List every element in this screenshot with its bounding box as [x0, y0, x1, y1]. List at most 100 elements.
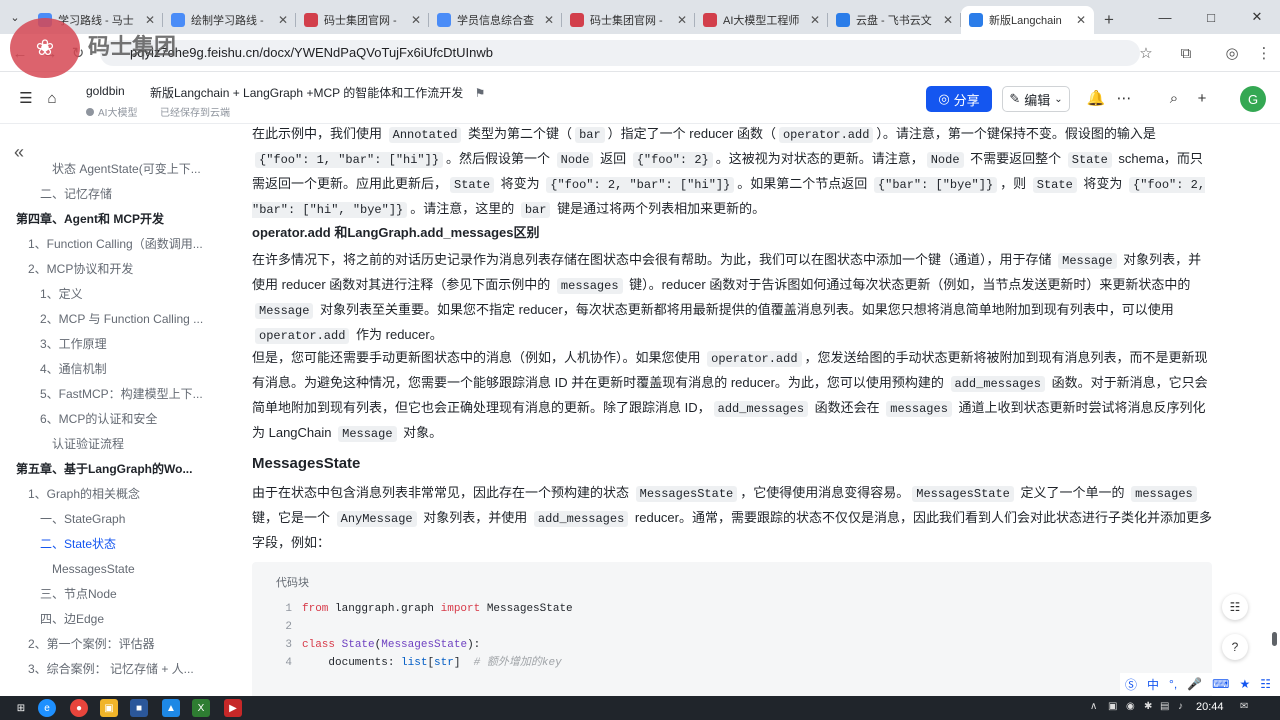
tab-close-icon[interactable]: ✕ [943, 13, 953, 27]
grid-icon[interactable]: ☷ [1260, 677, 1271, 691]
doc-title-text[interactable]: 新版Langchain + LangGraph +MCP 的智能体和工作流开发 [150, 86, 463, 100]
bell-icon[interactable]: 🔔 [1084, 86, 1108, 110]
watermark-circle-icon: ❀ [10, 18, 80, 78]
toc-item[interactable]: 2、MCP协议和开发 [28, 258, 220, 280]
share-button[interactable]: ◎ 分享 [926, 86, 992, 112]
tray-app-icon[interactable]: ▣ [1108, 701, 1117, 712]
add-icon[interactable]: + [1190, 86, 1214, 110]
home-icon[interactable]: ⌂ [40, 86, 64, 110]
taskbar-clock[interactable]: 20:44 [1196, 701, 1224, 713]
toc-item[interactable]: 三、节点Node [40, 583, 220, 605]
browser-tab[interactable]: 新版Langchain ✕ [961, 6, 1094, 34]
browser-tab[interactable]: 绘制学习路线 - ✕ [163, 6, 296, 34]
network-icon[interactable]: ▤ [1160, 701, 1169, 712]
new-tab-button[interactable]: + [1094, 6, 1124, 34]
tab-close-icon[interactable]: ✕ [278, 13, 288, 27]
scrollbar-thumb[interactable] [1272, 632, 1277, 646]
browser-menu-icon[interactable]: ⋮ [1252, 41, 1276, 65]
punctuation-icon[interactable]: °, [1169, 677, 1177, 691]
toc-item[interactable]: 1、Graph的相关概念 [28, 483, 220, 505]
text-run: 在此示例中，我们使用 [252, 126, 386, 141]
tab-close-icon[interactable]: ✕ [677, 13, 687, 27]
url-field[interactable]: pqyiz7ohe9g.feishu.cn/docx/YWENdPaQVoTuj… [100, 40, 1140, 66]
media-icon[interactable]: ▶ [224, 699, 242, 717]
toc-item[interactable]: 1、定义 [40, 283, 220, 305]
toc-item[interactable]: 3、综合案例： 记忆存储 + 人... [28, 658, 220, 680]
bluetooth-icon[interactable]: ✱ [1144, 701, 1152, 712]
breadcrumb-space[interactable]: goldbin [86, 84, 125, 98]
profile-icon[interactable]: ◎ [1220, 41, 1244, 65]
search-icon[interactable]: ⌕ [1162, 86, 1186, 110]
doc-title[interactable]: 新版Langchain + LangGraph +MCP 的智能体和工作流开发 … [150, 84, 485, 101]
tray-app-icon[interactable]: ◉ [1126, 701, 1135, 712]
toc-sidebar: « 状态 AgentState(可变上下... 二、记忆存储第四章、Agent和 … [0, 124, 226, 696]
tab-close-icon[interactable]: ✕ [1076, 13, 1086, 27]
watermark-text: 码士集团 [88, 34, 177, 59]
tray-chevron-icon[interactable]: ∧ [1090, 701, 1097, 712]
keyboard-icon[interactable]: ⌨ [1212, 677, 1229, 691]
toc-item[interactable]: MessagesState [52, 558, 220, 580]
excel-icon[interactable]: X [192, 699, 210, 717]
toc-item[interactable]: 第四章、Agent和 MCP开发 [16, 208, 220, 230]
file-explorer-icon[interactable]: ▣ [100, 699, 118, 717]
tab-close-icon[interactable]: ✕ [411, 13, 421, 27]
toc-item[interactable]: 认证验证流程 [52, 433, 220, 455]
maximize-button[interactable]: □ [1188, 0, 1234, 34]
code-block[interactable]: 代码块 1 from langgraph.graph import Message… [252, 562, 1212, 696]
toc-item[interactable]: 6、MCP的认证和安全 [40, 408, 220, 430]
extensions-icon[interactable]: ⧉ [1174, 41, 1198, 65]
toc-item[interactable]: 二、记忆存储 [40, 183, 220, 205]
edit-mode-button[interactable]: ✎ 编辑 ⌄ [1002, 86, 1070, 112]
microphone-icon[interactable]: 🎤 [1187, 677, 1202, 691]
ime-mode-label[interactable]: 中 [1147, 676, 1159, 693]
code-token: # 额外增加的key [473, 657, 562, 669]
code-token: list [401, 657, 428, 669]
start-menu-icon[interactable]: ⊞ [12, 699, 30, 717]
bookmark-star-icon[interactable]: ☆ [1134, 41, 1158, 65]
browser-tab[interactable]: 学员信息综合查 ✕ [429, 6, 562, 34]
toc-item[interactable]: 一、StateGraph [40, 508, 220, 530]
close-window-button[interactable]: ✕ [1234, 0, 1280, 34]
browser-tab[interactable]: 码士集团官网 - ✕ [562, 6, 695, 34]
toc-item[interactable]: 四、边Edge [40, 608, 220, 630]
minimize-button[interactable]: — [1142, 0, 1188, 34]
pin-icon[interactable]: ⚑ [475, 86, 486, 100]
toc-item[interactable]: 2、第一个案例：评估器 [28, 633, 220, 655]
code-token: documents: [302, 657, 402, 669]
toc-item[interactable]: 4、通信机制 [40, 358, 220, 380]
scrollbar[interactable] [1268, 124, 1280, 696]
toc-item[interactable]: 状态 AgentState(可变上下... [52, 158, 220, 180]
app-icon[interactable]: ■ [130, 699, 148, 717]
browser-tab[interactable]: 云盘 - 飞书云文 ✕ [828, 6, 961, 34]
chrome-icon[interactable]: ● [70, 699, 88, 717]
inline-code: {"foo": 2, "bar": ["hi"]} [546, 177, 735, 193]
help-icon[interactable]: ? [1222, 634, 1248, 660]
space-tag: AI大模型 [86, 104, 137, 119]
avatar[interactable]: G [1240, 86, 1266, 112]
toc-item[interactable]: 5、FastMCP：构建模型上下... [40, 383, 220, 405]
edge-browser-icon[interactable]: e [38, 699, 56, 717]
feishu-icon[interactable]: ▲ [162, 699, 180, 717]
tab-close-icon[interactable]: ✕ [810, 13, 820, 27]
toc-toggle-icon[interactable]: ☰ [14, 86, 38, 110]
collapse-sidebar-icon[interactable]: « [14, 142, 24, 163]
tab-close-icon[interactable]: ✕ [544, 13, 554, 27]
toc-item[interactable]: 第五章、基于LangGraph的Wo... [16, 458, 220, 480]
line-number: 4 [285, 657, 292, 669]
toc-item[interactable]: 二、State状态 [40, 533, 220, 555]
browser-tab[interactable]: AI大模型工程师 ✕ [695, 6, 828, 34]
notification-icon[interactable]: ✉ [1240, 701, 1248, 712]
doc-outline-icon[interactable]: ☷ [1222, 594, 1248, 620]
skin-icon[interactable]: ★ [1239, 677, 1250, 691]
code-line: 1 from langgraph.graph import MessagesSta… [252, 600, 1192, 618]
volume-icon[interactable]: ♪ [1178, 701, 1183, 712]
browser-tab[interactable]: 码士集团官网 - ✕ [296, 6, 429, 34]
more-icon[interactable]: ⋯ [1112, 86, 1136, 110]
code-block-label: 代码块 [276, 577, 309, 589]
paragraph: 在此示例中，我们使用 Annotated 类型为第二个键（ bar ）指定了一个 r… [252, 124, 1212, 222]
ime-toolbar[interactable]: Ⓢ 中 °, 🎤 ⌨ ★ ☷ [1120, 673, 1276, 695]
toc-item[interactable]: 1、Function Calling（函数调用... [28, 233, 220, 255]
toc-item[interactable]: 3、工作原理 [40, 333, 220, 355]
ime-logo-icon[interactable]: Ⓢ [1125, 676, 1137, 693]
toc-item[interactable]: 2、MCP 与 Function Calling ... [40, 308, 220, 330]
